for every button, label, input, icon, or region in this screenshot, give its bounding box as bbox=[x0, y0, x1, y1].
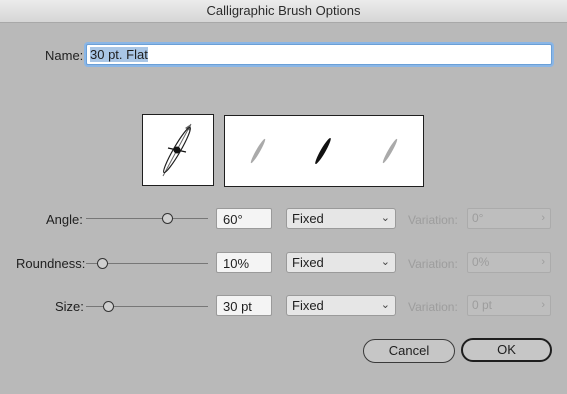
name-label: Name: bbox=[45, 48, 84, 63]
roundness-mode-select[interactable]: Fixed ⌄ bbox=[286, 252, 396, 273]
angle-variation-label: Variation: bbox=[408, 213, 458, 227]
cancel-button[interactable]: Cancel bbox=[363, 339, 455, 363]
size-variation-value: 0 pt bbox=[472, 298, 493, 312]
roundness-variation-value: 0% bbox=[472, 255, 490, 269]
roundness-variation-label: Variation: bbox=[408, 257, 458, 271]
angle-preview[interactable] bbox=[142, 114, 214, 186]
size-label: Size: bbox=[55, 299, 84, 314]
angle-label: Angle: bbox=[46, 212, 83, 227]
angle-variation-value: 0° bbox=[472, 211, 484, 225]
chevron-right-icon: › bbox=[541, 299, 545, 311]
roundness-mode-value: Fixed bbox=[292, 255, 324, 270]
roundness-variation-field: 0% › bbox=[467, 252, 551, 273]
ok-button[interactable]: OK bbox=[461, 338, 552, 362]
size-mode-value: Fixed bbox=[292, 298, 324, 313]
angle-mode-select[interactable]: Fixed ⌄ bbox=[286, 208, 396, 229]
name-value: 30 pt. Flat bbox=[90, 47, 148, 62]
angle-field[interactable]: 60° bbox=[216, 208, 272, 229]
brush-stroke-icon bbox=[250, 137, 398, 165]
roundness-label: Roundness: bbox=[16, 256, 86, 271]
size-variation-field: 0 pt › bbox=[467, 295, 551, 316]
size-field[interactable]: 30 pt bbox=[216, 295, 272, 316]
name-input[interactable]: 30 pt. Flat bbox=[86, 44, 552, 65]
size-mode-select[interactable]: Fixed ⌄ bbox=[286, 295, 396, 316]
chevron-down-icon: ⌄ bbox=[380, 256, 390, 268]
stroke-preview bbox=[224, 115, 424, 187]
angle-variation-field: 0° › bbox=[467, 208, 551, 229]
chevron-right-icon: › bbox=[541, 212, 545, 224]
angle-mode-value: Fixed bbox=[292, 211, 324, 226]
roundness-field[interactable]: 10% bbox=[216, 252, 272, 273]
chevron-down-icon: ⌄ bbox=[380, 299, 390, 311]
chevron-down-icon: ⌄ bbox=[380, 212, 390, 224]
angle-slider-knob[interactable] bbox=[162, 213, 173, 224]
brush-angle-icon bbox=[162, 123, 192, 177]
size-variation-label: Variation: bbox=[408, 300, 458, 314]
chevron-right-icon: › bbox=[541, 256, 545, 268]
roundness-slider-knob[interactable] bbox=[97, 258, 108, 269]
window-title: Calligraphic Brush Options bbox=[0, 0, 567, 23]
size-slider-knob[interactable] bbox=[103, 301, 114, 312]
